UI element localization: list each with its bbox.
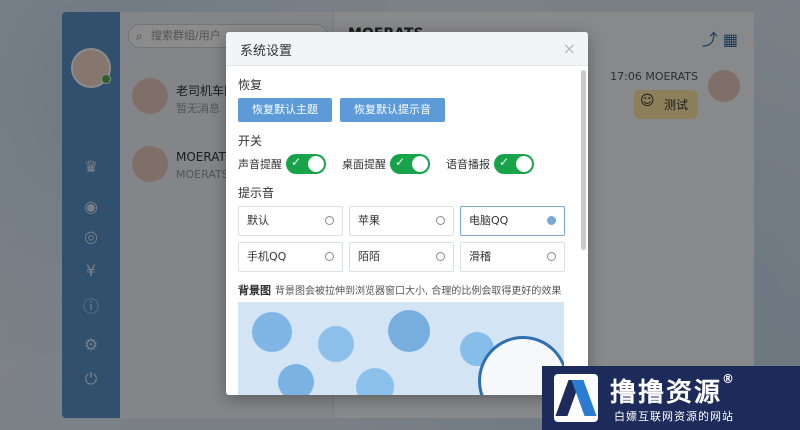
restore-theme-button[interactable]: 恢复默认主题 [238, 98, 332, 122]
close-icon[interactable]: × [563, 39, 576, 58]
character-figure [318, 326, 354, 362]
dialog-title: 系统设置 [240, 44, 293, 59]
watermark-logo [554, 374, 598, 422]
watermark-title: 撸撸资源® [610, 372, 737, 408]
radio-selected-icon[interactable] [547, 216, 556, 225]
background-hint: 背景图会被拉伸到浏览器窗口大小, 合理的比例会取得更好的效果 [275, 286, 562, 297]
voice-broadcast-toggle[interactable]: 语音播报 [446, 154, 534, 174]
toggle-label: 声音提醒 [238, 158, 282, 171]
character-figure [252, 312, 292, 352]
settings-dialog: 系统设置 × 恢复 恢复默认主题 恢复默认提示音 开关 声音提醒 桌面提醒 语音… [226, 32, 588, 395]
tone-option-pc-qq[interactable]: 电脑QQ [460, 206, 565, 236]
section-title-tones: 提示音 [238, 186, 275, 200]
character-figure [278, 364, 314, 395]
watermark-subtitle: 白嫖互联网资源的网站 [614, 410, 734, 423]
tone-option-default[interactable]: 默认 [238, 206, 343, 236]
background-image-option[interactable] [238, 302, 564, 395]
section-title-restore: 恢复 [238, 78, 263, 92]
tone-option-momo[interactable]: 陌陌 [349, 242, 454, 272]
character-figure [388, 310, 430, 352]
section-title-switches: 开关 [238, 134, 263, 148]
radio-icon[interactable] [325, 252, 334, 261]
switch-on[interactable] [286, 154, 326, 174]
radio-icon[interactable] [436, 216, 445, 225]
character-figure [356, 368, 394, 395]
radio-icon[interactable] [436, 252, 445, 261]
radio-icon[interactable] [547, 252, 556, 261]
tone-option-mobile-qq[interactable]: 手机QQ [238, 242, 343, 272]
section-title-background: 背景图 [238, 284, 271, 297]
dialog-header: 系统设置 × [226, 32, 588, 66]
toggle-label: 桌面提醒 [342, 158, 386, 171]
tone-option-apple[interactable]: 苹果 [349, 206, 454, 236]
watermark-badge: 撸撸资源® 白嫖互联网资源的网站 [542, 366, 800, 430]
sound-notify-toggle[interactable]: 声音提醒 [238, 154, 326, 174]
switch-on[interactable] [494, 154, 534, 174]
switch-on[interactable] [390, 154, 430, 174]
desktop-notify-toggle[interactable]: 桌面提醒 [342, 154, 430, 174]
toggle-label: 语音播报 [446, 158, 490, 171]
tone-option-huaji[interactable]: 滑稽 [460, 242, 565, 272]
background-section: 背景图 背景图会被拉伸到浏览器窗口大小, 合理的比例会取得更好的效果 [238, 282, 576, 297]
radio-icon[interactable] [325, 216, 334, 225]
restore-sound-button[interactable]: 恢复默认提示音 [340, 98, 445, 122]
dialog-body: 恢复 恢复默认主题 恢复默认提示音 开关 声音提醒 桌面提醒 语音播报 提示音 … [226, 66, 588, 395]
